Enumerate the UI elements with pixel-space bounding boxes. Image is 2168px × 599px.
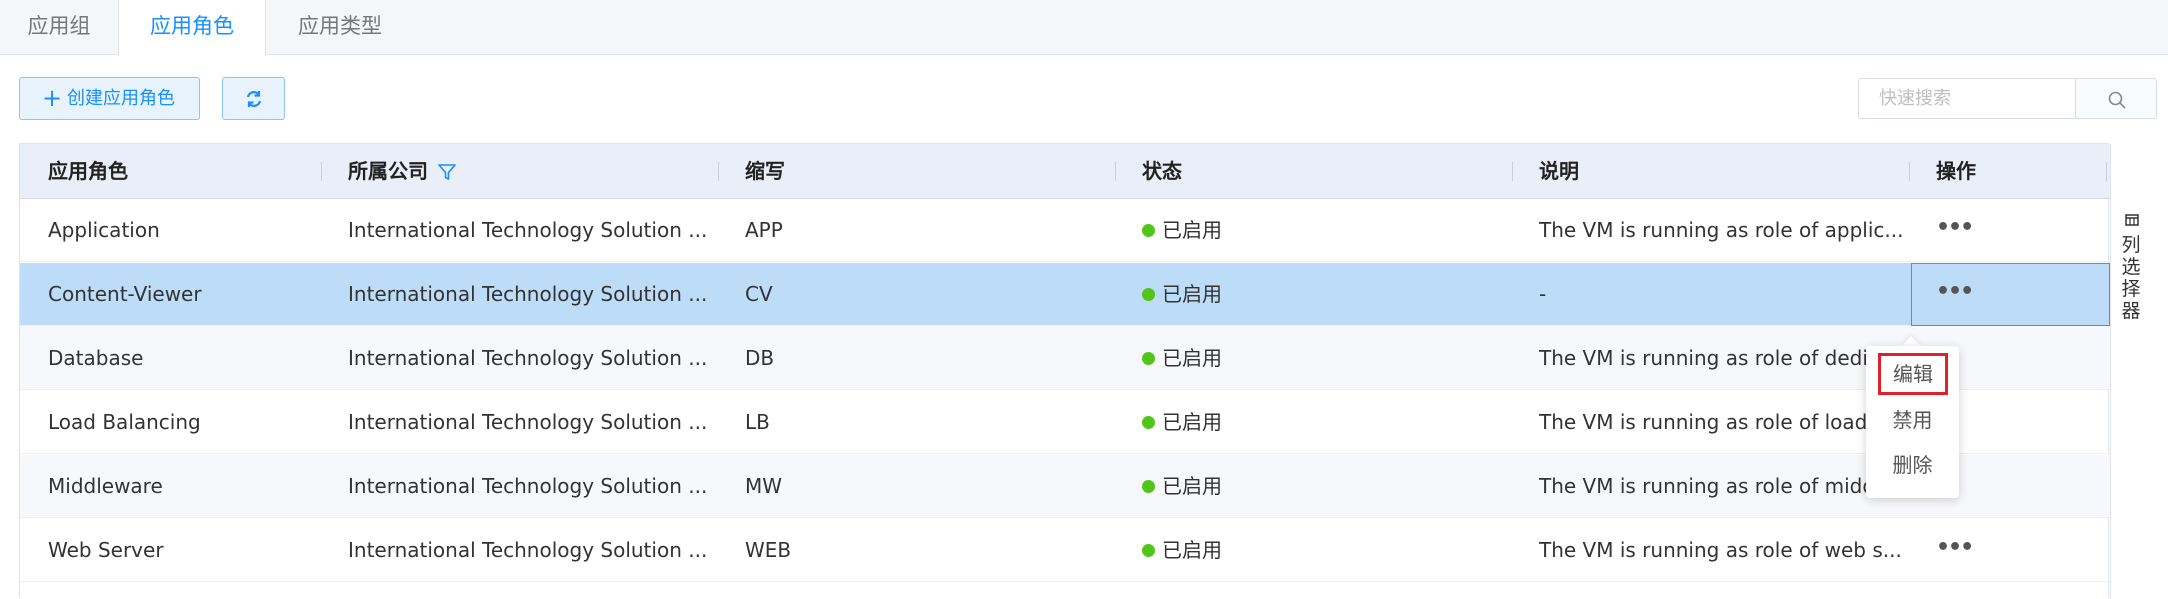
cell-company: International Technology Solution ... [348, 346, 708, 370]
cell-role: Web Server [48, 538, 164, 562]
status-label: 已启用 [1162, 410, 1222, 434]
filter-icon[interactable] [437, 162, 457, 182]
status-label: 已启用 [1162, 538, 1222, 562]
column-resizer[interactable] [1115, 162, 1116, 181]
tab-app-group[interactable]: 应用组 [0, 0, 118, 55]
cell-role: Middleware [48, 474, 163, 498]
table-row[interactable]: Middleware International Technology Solu… [20, 455, 2110, 518]
status-label: 已启用 [1162, 474, 1222, 498]
cell-abbr: APP [745, 218, 783, 242]
column-resizer[interactable] [1512, 162, 1513, 181]
cell-description: - [1539, 282, 1547, 306]
cell-role: Load Balancing [48, 410, 201, 434]
column-resizer[interactable] [718, 162, 719, 181]
table-header: 应用角色 所属公司 缩写 状态 说明 操作 [20, 144, 2110, 199]
table-row-selected[interactable]: Content-Viewer International Technology … [20, 263, 2110, 326]
cell-company: International Technology Solution ... [348, 282, 708, 306]
cell-role: Application [48, 218, 160, 242]
table-row[interactable]: Load Balancing International Technology … [20, 391, 2110, 454]
cell-description: The VM is running as role of middl... [1539, 474, 1869, 498]
tab-app-role[interactable]: 应用角色 [118, 0, 266, 56]
column-selector[interactable]: 列选择器 [2110, 144, 2150, 599]
table-row[interactable]: Application International Technology Sol… [20, 199, 2110, 262]
col-header-abbr[interactable]: 缩写 [745, 144, 785, 199]
status-dot [1142, 543, 1155, 557]
cell-abbr: MW [745, 474, 783, 498]
cell-description: The VM is running as role of dedica [1539, 346, 1869, 370]
more-actions-button[interactable]: ••• [1936, 519, 1974, 582]
status-dot [1142, 287, 1155, 301]
cell-company: International Technology Solution ... [348, 474, 708, 498]
cell-description: The VM is running as role of load b [1539, 410, 1869, 434]
cell-role: Database [48, 346, 144, 370]
cell-company: International Technology Solution ... [348, 538, 708, 562]
cell-status: 已启用 [1142, 391, 1492, 454]
create-button-label: 创建应用角色 [67, 88, 175, 109]
tab-bar: 应用组 应用角色 应用类型 [0, 0, 2168, 56]
status-dot [1142, 223, 1155, 237]
tab-app-type[interactable]: 应用类型 [266, 0, 414, 55]
cell-status: 已启用 [1142, 327, 1492, 390]
status-dot [1142, 415, 1155, 429]
cell-company: International Technology Solution ... [348, 410, 708, 434]
column-selector-label: 列选择器 [2121, 234, 2141, 322]
menu-item-disable[interactable]: 禁用 [1866, 399, 1959, 441]
cell-status: 已启用 [1142, 199, 1492, 262]
status-dot [1142, 351, 1155, 365]
menu-item-delete[interactable]: 删除 [1866, 444, 1959, 486]
cell-status: 已启用 [1142, 519, 1492, 582]
plus-icon: + [42, 84, 63, 112]
search-icon [2108, 91, 2126, 109]
cell-company: International Technology Solution ... [348, 218, 708, 242]
cell-description: The VM is running as role of applic... [1539, 218, 1904, 242]
columns-icon [2125, 214, 2139, 226]
table-row[interactable]: Database International Technology Soluti… [20, 327, 2110, 390]
col-header-company[interactable]: 所属公司 [348, 144, 428, 199]
search-button[interactable] [2075, 78, 2157, 119]
create-app-role-button[interactable]: + 创建应用角色 [19, 77, 200, 120]
refresh-button[interactable] [222, 77, 285, 120]
col-header-actions: 操作 [1936, 159, 1976, 183]
status-dot [1142, 479, 1155, 493]
action-menu: 编辑 禁用 删除 [1866, 346, 1959, 498]
quick-search-input[interactable] [1858, 78, 2075, 119]
cell-status: 已启用 [1142, 263, 1492, 326]
app-role-table: 应用角色 所属公司 缩写 状态 说明 操作 Application Intern… [19, 143, 2150, 599]
more-actions-button[interactable]: ••• [1936, 199, 1974, 262]
menu-item-edit[interactable]: 编辑 [1878, 353, 1948, 395]
cell-abbr: CV [745, 282, 773, 306]
column-resizer[interactable] [1909, 162, 1910, 181]
cell-abbr: LB [745, 410, 770, 434]
status-label: 已启用 [1162, 282, 1222, 306]
table-row[interactable]: Web Server International Technology Solu… [20, 519, 2110, 582]
column-resizer[interactable] [2106, 162, 2107, 181]
cell-abbr: DB [745, 346, 775, 370]
col-header-description[interactable]: 说明 [1539, 144, 1579, 199]
cell-description: The VM is running as role of web s... [1539, 538, 1902, 562]
status-label: 已启用 [1162, 218, 1222, 242]
cell-abbr: WEB [745, 538, 792, 562]
more-actions-button[interactable]: ••• [1936, 263, 1974, 326]
status-label: 已启用 [1162, 346, 1222, 370]
cell-role: Content-Viewer [48, 282, 202, 306]
cell-status: 已启用 [1142, 455, 1492, 518]
refresh-icon [246, 91, 262, 107]
col-header-role[interactable]: 应用角色 [48, 144, 128, 199]
col-header-status[interactable]: 状态 [1142, 144, 1182, 199]
column-resizer[interactable] [321, 162, 322, 181]
